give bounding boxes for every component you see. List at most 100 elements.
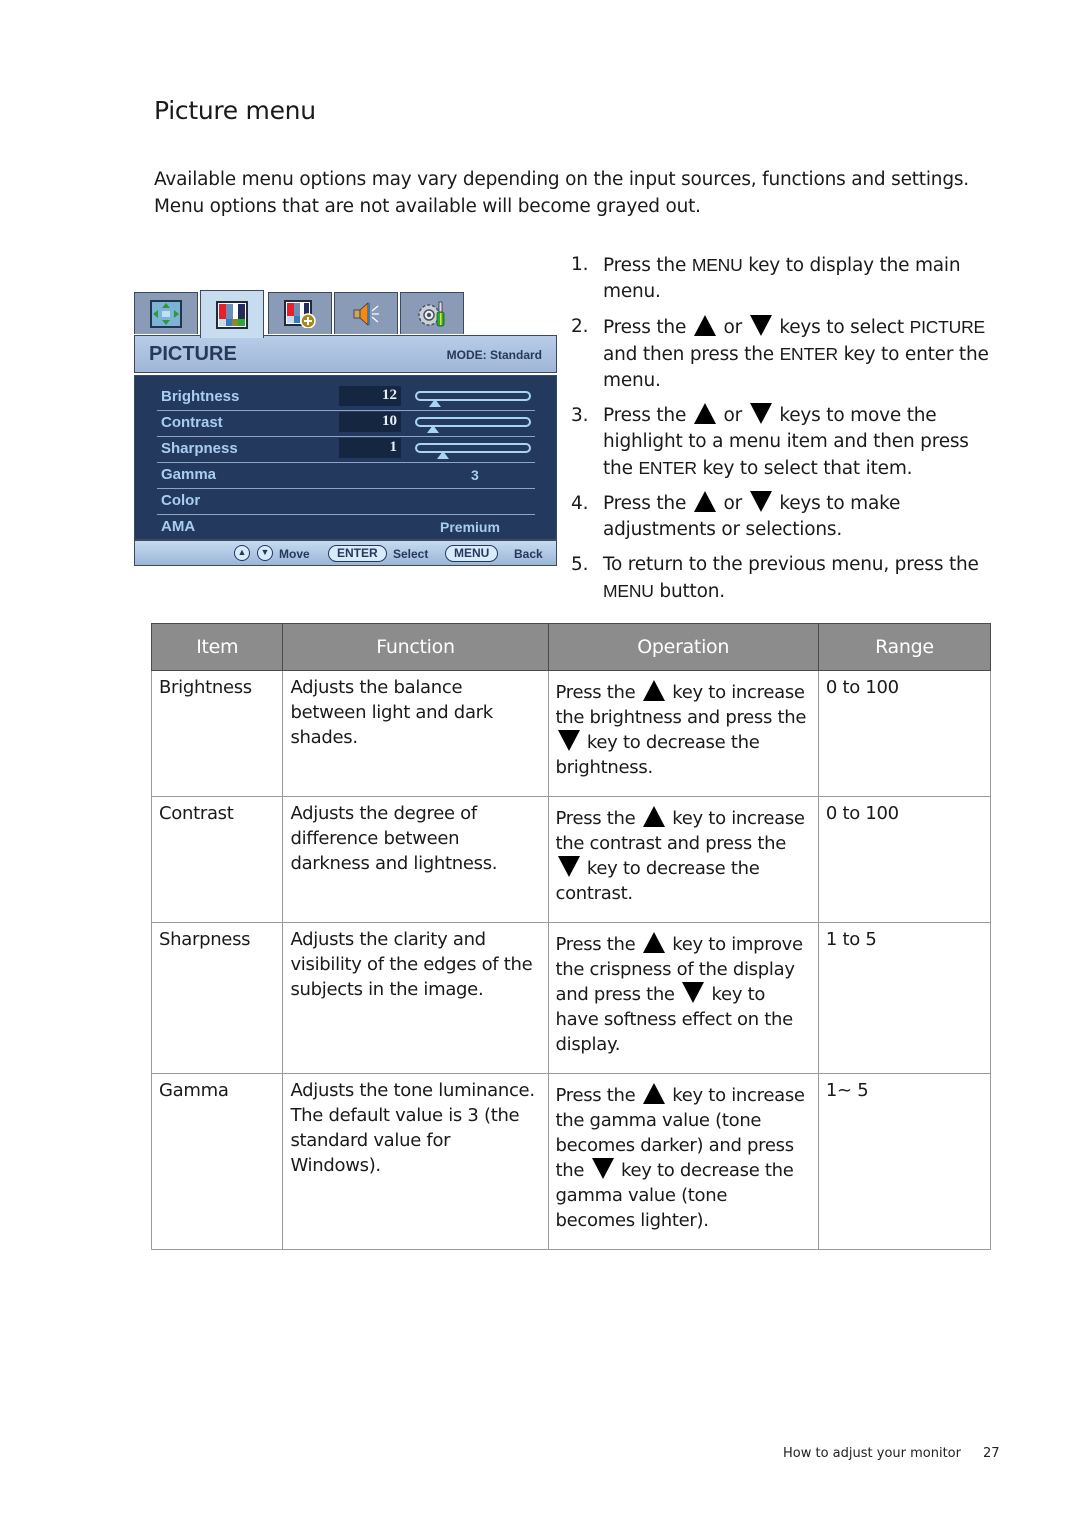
down-arrow-key-icon — [749, 315, 772, 336]
cell-operation: Press the key to increase the contrast a… — [547, 796, 819, 923]
up-arrow-key-icon — [642, 932, 665, 953]
up-key-icon: ▲ — [234, 545, 250, 561]
osd-tab-picture-advanced[interactable] — [268, 292, 332, 334]
step-number: 5. — [571, 554, 589, 575]
cell-operation: Press the key to improve the crispness o… — [547, 922, 819, 1074]
table-row: Gamma Adjusts the tone luminance. The de… — [150, 1073, 992, 1250]
cell-function: Adjusts the balance between light and da… — [282, 670, 549, 797]
cell-range: 1 to 5 — [817, 922, 992, 1074]
cell-item: Gamma — [150, 1073, 284, 1250]
table-header-row: Item Function Operation Range — [150, 623, 992, 671]
step-number: 2. — [571, 316, 589, 337]
osd-item-sharpness[interactable]: Sharpness 1 — [157, 436, 535, 463]
osd-item-brightness[interactable]: Brightness 12 — [157, 384, 535, 411]
osd-slider[interactable] — [415, 443, 531, 459]
down-arrow-key-icon — [591, 1158, 614, 1179]
cell-operation: Press the key to increase the brightness… — [547, 670, 819, 797]
cell-item: Contrast — [150, 796, 284, 923]
up-arrow-key-icon — [642, 806, 665, 827]
osd-item-ama[interactable]: AMA Premium — [157, 514, 535, 540]
down-arrow-key-icon — [557, 856, 580, 877]
up-arrow-key-icon — [642, 680, 665, 701]
osd-item-label: Brightness — [161, 388, 240, 405]
osd-value-box: 12 — [339, 386, 401, 406]
up-arrow-key-icon — [642, 1083, 665, 1104]
instruction-steps: 1. Press the MENU key to display the main… — [571, 252, 991, 614]
osd-item-value: 10 — [382, 413, 397, 429]
up-arrow-key-icon — [693, 491, 716, 512]
move-hint: Move — [279, 547, 310, 561]
step-number: 1. — [571, 254, 589, 275]
up-arrow-key-icon — [693, 315, 716, 336]
key-name: ENTER — [779, 344, 839, 364]
footer-section-title: How to adjust your monitor — [783, 1446, 961, 1461]
page-footer: How to adjust your monitor 27 — [783, 1446, 1000, 1461]
page-number: 27 — [982, 1446, 1000, 1461]
key-name: MENU — [603, 581, 654, 601]
osd-item-value: 3 — [471, 467, 479, 483]
osd-item-label: Contrast — [161, 414, 223, 431]
cell-function: Adjusts the degree of difference between… — [282, 796, 549, 923]
column-header-range: Range — [817, 623, 992, 671]
picture-icon — [216, 300, 248, 329]
cell-range: 0 to 100 — [817, 796, 992, 923]
osd-footer-hints: ▲ ▼ Move ENTER Select MENU Back — [134, 540, 557, 566]
osd-menu-screenshot: PICTURE MODE: Standard Brightness 12 Con… — [134, 290, 557, 566]
cell-range: 1~ 5 — [817, 1073, 992, 1250]
page-title: Picture menu — [154, 96, 316, 125]
down-arrow-key-icon — [749, 491, 772, 512]
osd-item-label: AMA — [161, 518, 196, 535]
down-key-icon: ▼ — [257, 545, 273, 561]
osd-tab-picture[interactable] — [200, 290, 264, 338]
table-row: Brightness Adjusts the balance between l… — [150, 670, 992, 797]
step: 2. Press the or keys to select PICTURE an… — [571, 315, 989, 391]
step: 4. Press the or keys to make adjustments … — [571, 491, 901, 540]
step: 5. To return to the previous menu, press … — [571, 554, 979, 602]
osd-item-list: Brightness 12 Contrast 10 Sharpness 1 Ga… — [134, 375, 557, 540]
step-number: 4. — [571, 493, 589, 514]
osd-item-value: 1 — [389, 439, 398, 455]
audio-icon — [353, 301, 379, 326]
osd-tab-system[interactable] — [400, 292, 464, 334]
osd-value-box: 10 — [339, 412, 401, 432]
intro-paragraph: Available menu options may vary dependin… — [154, 169, 969, 217]
osd-menu-title: PICTURE — [149, 343, 237, 365]
column-header-item: Item — [150, 623, 284, 671]
slider-knob[interactable] — [429, 399, 441, 407]
step: 3. Press the or keys to move the highligh… — [571, 403, 969, 479]
down-arrow-key-icon — [557, 730, 580, 751]
key-name: ENTER — [638, 458, 697, 478]
osd-item-contrast[interactable]: Contrast 10 — [157, 410, 535, 437]
slider-knob[interactable] — [437, 451, 449, 459]
osd-tab-audio[interactable] — [334, 292, 398, 334]
cell-item: Brightness — [150, 670, 284, 797]
osd-item-label: Gamma — [161, 466, 217, 483]
osd-tab-display[interactable] — [134, 292, 198, 334]
osd-tabs — [134, 290, 469, 338]
osd-item-color[interactable]: Color — [157, 488, 535, 515]
picture-advanced-icon — [284, 299, 316, 328]
osd-item-gamma[interactable]: Gamma 3 — [157, 462, 535, 489]
osd-slider[interactable] — [415, 417, 531, 433]
cell-function: Adjusts the clarity and visibility of th… — [282, 922, 549, 1074]
enter-key-icon: ENTER — [328, 545, 387, 562]
table-row: Contrast Adjusts the degree of differenc… — [150, 796, 992, 923]
table-row: Sharpness Adjusts the clarity and visibi… — [150, 922, 992, 1074]
cell-item: Sharpness — [150, 922, 284, 1074]
osd-item-value: 12 — [382, 387, 397, 403]
column-header-operation: Operation — [547, 623, 819, 671]
slider-knob[interactable] — [427, 425, 439, 433]
cell-function: Adjusts the tone luminance. The default … — [282, 1073, 549, 1250]
osd-value-box: 1 — [339, 438, 401, 458]
osd-slider[interactable] — [415, 391, 531, 407]
system-settings-icon — [418, 301, 445, 326]
down-arrow-key-icon — [682, 982, 705, 1003]
back-hint: Back — [514, 547, 543, 561]
step: 1. Press the MENU key to display the main… — [571, 254, 961, 302]
column-header-function: Function — [282, 623, 549, 671]
select-hint: Select — [393, 547, 429, 561]
key-name: PICTURE — [909, 317, 986, 337]
cell-range: 0 to 100 — [817, 670, 992, 797]
picture-settings-table: Item Function Operation Range Brightness… — [150, 623, 992, 1250]
cell-operation: Press the key to increase the gamma valu… — [547, 1073, 819, 1250]
